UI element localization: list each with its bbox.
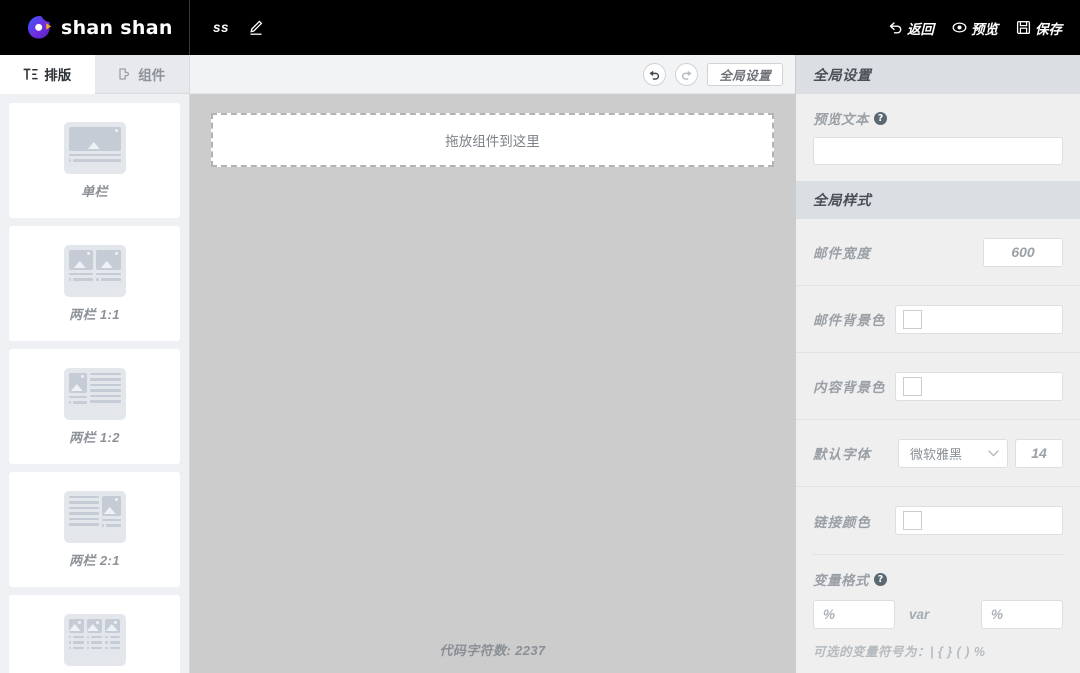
variable-format-hint: 可选的变量符号为：| { } ( ) %	[813, 645, 986, 659]
color-swatch	[903, 376, 922, 396]
dropzone-label: 拖放组件到这里	[445, 134, 540, 150]
component-label: 两栏 1:1	[69, 306, 120, 322]
email-bg-color-label: 邮件背景色	[813, 313, 886, 328]
font-family-value: 微软雅黑	[910, 447, 963, 463]
body-area: 排版 组件 单栏 两栏 1:1 两栏 1:2 两栏 2:1 全局设置 拖放组件到…	[0, 55, 1080, 673]
tab-components[interactable]: 组件	[94, 55, 189, 94]
pencil-edit-icon[interactable]	[247, 19, 264, 36]
component-label: 两栏 2:1	[69, 552, 120, 568]
component-card-two-column-1-2[interactable]: 两栏 1:2	[9, 349, 180, 464]
variable-format-label: 变量格式	[813, 573, 869, 588]
brand-area[interactable]: shan shan	[0, 0, 190, 55]
top-bar: shan shan ss 返回 预览 保存	[0, 0, 1080, 55]
text-layout-icon	[23, 68, 38, 80]
dropzone[interactable]: 拖放组件到这里	[211, 113, 774, 167]
thumbnail-two-column-2-1	[63, 490, 126, 543]
component-card-one-column[interactable]: 单栏	[9, 103, 180, 218]
back-arrow-icon	[889, 22, 902, 34]
component-puzzle-icon	[119, 68, 130, 80]
email-bg-color-row: 邮件背景色	[796, 286, 1080, 353]
variable-suffix-input[interactable]	[981, 600, 1063, 629]
help-question-icon[interactable]: ?	[874, 111, 887, 125]
variable-name-placeholder: var	[909, 607, 930, 622]
eye-preview-icon	[952, 22, 967, 33]
email-width-input[interactable]	[983, 237, 1063, 267]
save-disk-icon	[1016, 20, 1031, 35]
save-button[interactable]: 保存	[1016, 18, 1062, 38]
panel-body: 预览文本 ? 全局样式 邮件宽度 邮件背景色 内	[796, 94, 1080, 673]
variable-format-block: 变量格式 ? var 可选的变量符号为：| { } ( ) %	[796, 555, 1080, 660]
email-width-label: 邮件宽度	[813, 246, 871, 261]
panel-header: 全局设置	[796, 55, 1080, 94]
bird-logo-icon	[27, 15, 52, 40]
component-label: 单栏	[81, 183, 108, 199]
preview-button-label: 预览	[971, 21, 998, 37]
link-color-picker[interactable]	[895, 506, 1063, 535]
default-font-label: 默认字体	[813, 447, 871, 462]
chevron-down-icon	[988, 449, 999, 457]
tab-layout[interactable]: 排版	[0, 55, 95, 94]
default-font-row: 默认字体 微软雅黑	[796, 420, 1080, 487]
preview-button[interactable]: 预览	[952, 18, 998, 38]
component-label: 两栏 1:2	[69, 429, 120, 445]
email-width-row: 邮件宽度	[796, 219, 1080, 286]
font-size-input[interactable]	[1015, 438, 1063, 468]
tab-components-label: 组件	[138, 68, 166, 83]
document-meta: ss	[190, 19, 264, 36]
editor-canvas[interactable]: 拖放组件到这里 代码字符数: 2237	[190, 94, 795, 673]
thumbnail-two-column-1-1	[63, 244, 126, 297]
right-settings-panel: 全局设置 预览文本 ? 全局样式 邮件宽度 邮件背景色	[795, 55, 1080, 673]
app-root: shan shan ss 返回 预览 保存 排版 组件 单栏 两栏 1:1 两栏…	[0, 0, 1080, 673]
variable-format-label-row: 变量格式 ?	[813, 569, 1063, 589]
variable-format-inputs: var	[813, 600, 1063, 629]
thumbnail-two-column-1-2	[63, 367, 126, 420]
link-color-label: 链接颜色	[813, 514, 871, 530]
undo-arrow-icon	[649, 70, 660, 80]
content-bg-color-picker[interactable]	[895, 371, 1063, 401]
email-bg-color-picker[interactable]	[895, 304, 1063, 334]
redo-button[interactable]	[675, 62, 699, 86]
save-button-label: 保存	[1035, 21, 1062, 37]
document-title: ss	[213, 20, 230, 35]
undo-button[interactable]	[643, 62, 667, 86]
global-style-section-header: 全局样式	[796, 181, 1080, 219]
preview-text-label: 预览文本	[813, 112, 869, 127]
font-family-select[interactable]: 微软雅黑	[898, 438, 1008, 468]
font-controls: 微软雅黑	[898, 438, 1063, 468]
color-swatch	[903, 511, 922, 530]
left-sidebar: 排版 组件 单栏 两栏 1:1 两栏 1:2 两栏 2:1	[0, 55, 190, 673]
component-card-two-column-2-1[interactable]: 两栏 2:1	[9, 472, 180, 587]
redo-arrow-icon	[682, 70, 692, 80]
content-bg-color-label: 内容背景色	[813, 380, 886, 395]
help-question-icon[interactable]: ?	[874, 572, 887, 586]
preview-text-input[interactable]	[813, 137, 1063, 165]
content-bg-color-row: 内容背景色	[796, 353, 1080, 420]
back-button-label: 返回	[907, 21, 934, 37]
component-list: 单栏 两栏 1:1 两栏 1:2 两栏 2:1	[0, 94, 189, 673]
global-settings-button[interactable]: 全局设置	[707, 62, 783, 86]
center-area: 全局设置 拖放组件到这里 代码字符数: 2237	[190, 55, 795, 673]
component-card-two-column-1-1[interactable]: 两栏 1:1	[9, 226, 180, 341]
thumbnail-three-column	[63, 613, 126, 666]
preview-text-field-block: 预览文本 ?	[796, 94, 1080, 181]
center-toolbar: 全局设置	[190, 55, 795, 94]
top-actions: 返回 预览 保存	[888, 0, 1062, 55]
char-count-label: 代码字符数: 2237	[439, 643, 546, 658]
back-button[interactable]: 返回	[888, 18, 934, 38]
link-color-row: 链接颜色	[796, 487, 1080, 554]
brand-name: shan shan	[61, 16, 173, 39]
color-swatch	[903, 309, 922, 329]
component-card-three-column[interactable]: 三栏	[9, 595, 180, 673]
sidebar-tabs: 排版 组件	[0, 55, 189, 94]
variable-prefix-input[interactable]	[813, 600, 895, 629]
preview-text-label-row: 预览文本 ?	[813, 108, 1063, 128]
tab-layout-label: 排版	[44, 68, 72, 83]
thumbnail-one-column	[63, 121, 126, 174]
